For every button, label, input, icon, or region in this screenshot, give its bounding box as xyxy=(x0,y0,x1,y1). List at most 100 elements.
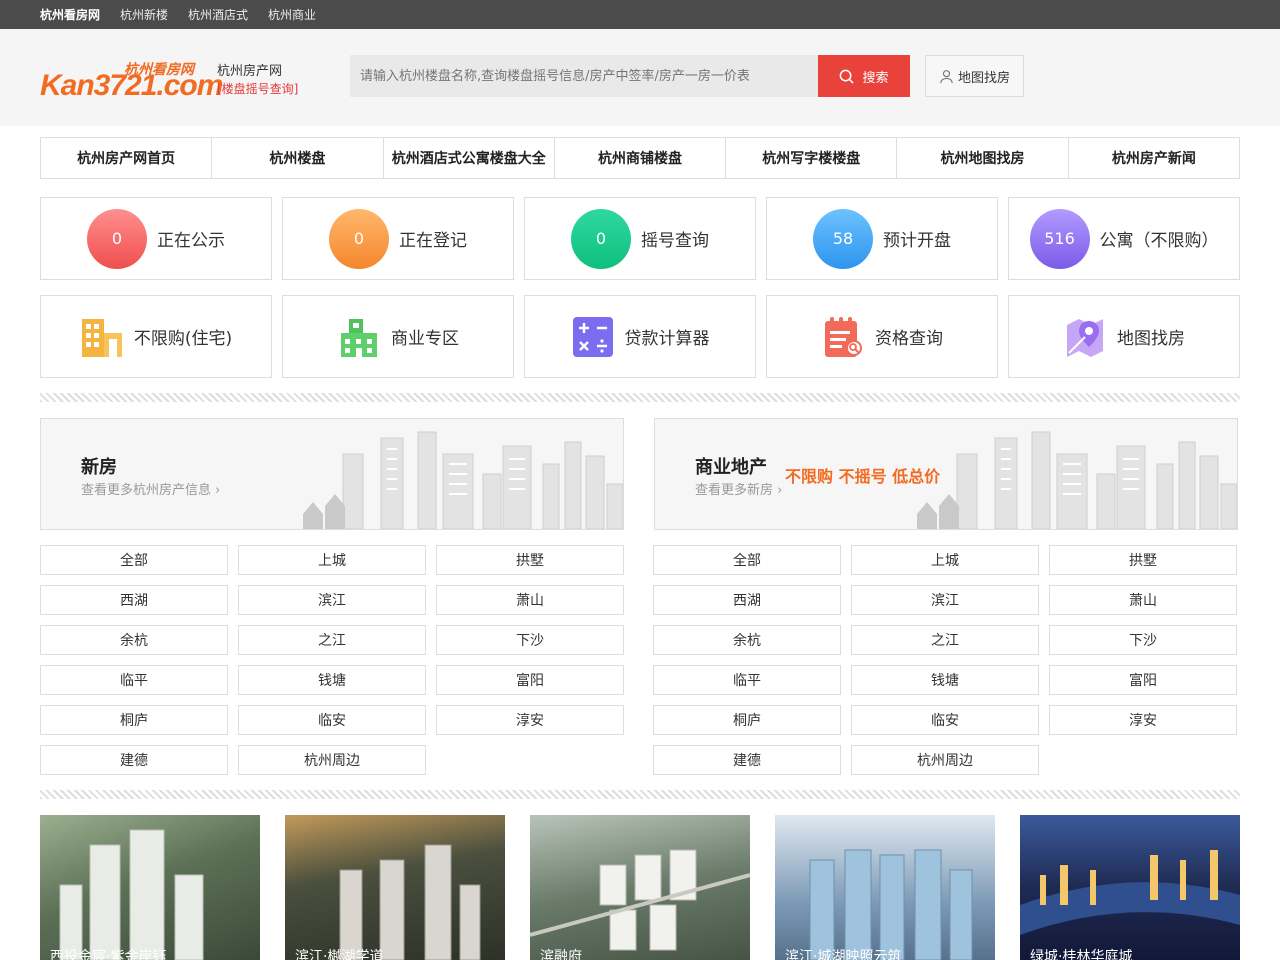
district-link[interactable]: 全部 xyxy=(40,545,228,575)
district-link[interactable]: 建德 xyxy=(653,745,841,775)
project-card[interactable]: 滨江·樾湖学道 xyxy=(285,815,505,960)
district-link[interactable]: 淳安 xyxy=(436,705,624,735)
district-link[interactable]: 临安 xyxy=(851,705,1039,735)
district-link[interactable]: 萧山 xyxy=(436,585,624,615)
site-subtitle-link[interactable]: [楼盘摇号查询] xyxy=(217,80,298,97)
district-link[interactable]: 滨江 xyxy=(238,585,426,615)
district-link[interactable]: 西湖 xyxy=(40,585,228,615)
project-photo xyxy=(1020,850,1240,935)
search-input[interactable] xyxy=(350,55,818,97)
district-link[interactable]: 之江 xyxy=(238,625,426,655)
nav-item-map[interactable]: 杭州地图找房 xyxy=(896,137,1069,179)
city-skyline-icon xyxy=(917,431,1237,529)
district-link[interactable]: 之江 xyxy=(851,625,1039,655)
project-caption: 滨融府 xyxy=(540,949,582,960)
section-title: 新房 xyxy=(81,457,117,478)
logo-cn: 杭州看房网 xyxy=(124,62,194,78)
section-title: 商业地产 xyxy=(695,457,767,478)
tool-label: 商业专区 xyxy=(391,329,459,349)
top-link-hotel[interactable]: 杭州酒店式 xyxy=(188,6,248,23)
stat-count: 0 xyxy=(571,208,631,269)
district-link[interactable]: 杭州周边 xyxy=(851,745,1039,775)
top-link-home[interactable]: 杭州看房网 xyxy=(40,6,100,23)
top-link-new[interactable]: 杭州新楼 xyxy=(120,6,168,23)
project-photo xyxy=(59,829,204,960)
district-link[interactable]: 临平 xyxy=(40,665,228,695)
district-link[interactable]: 滨江 xyxy=(851,585,1039,615)
district-link[interactable]: 富阳 xyxy=(1049,665,1237,695)
map-button-label: 地图找房 xyxy=(957,70,1010,86)
district-link[interactable]: 下沙 xyxy=(436,625,624,655)
site-name: 杭州房产网 xyxy=(217,64,283,79)
nav-item-news[interactable]: 杭州房产新闻 xyxy=(1067,137,1240,179)
project-card[interactable]: 滨融府 xyxy=(530,815,750,960)
tool-label: 不限购(住宅) xyxy=(133,329,233,349)
district-link[interactable]: 西湖 xyxy=(653,585,841,615)
stat-label: 公寓（不限购） xyxy=(1099,231,1219,251)
district-link[interactable]: 萧山 xyxy=(1049,585,1237,615)
district-link[interactable]: 建德 xyxy=(40,745,228,775)
featured-projects: 西投金宸·紫金岸钰 滨江·樾湖学道 滨融府 滨江·城湖映照云筑 绿城·桂林华庭城 xyxy=(40,815,1240,960)
district-link[interactable]: 余杭 xyxy=(653,625,841,655)
search-icon xyxy=(840,69,855,84)
district-link[interactable]: 桐庐 xyxy=(653,705,841,735)
tool-tile-map[interactable]: 地图找房 xyxy=(1008,295,1240,378)
project-photo xyxy=(339,844,481,960)
stat-count: 0 xyxy=(329,208,389,269)
district-link[interactable]: 钱塘 xyxy=(238,665,426,695)
stat-label: 正在登记 xyxy=(399,231,467,251)
stat-label: 正在公示 xyxy=(157,231,225,251)
district-grid-new: 全部 上城 拱墅 西湖 滨江 萧山 余杭 之江 下沙 临平 钱塘 富阳 桐庐 临… xyxy=(40,545,624,775)
project-card[interactable]: 西投金宸·紫金岸钰 xyxy=(40,815,260,960)
district-link[interactable]: 淳安 xyxy=(1049,705,1237,735)
stat-tile-upcoming[interactable]: 58 预计开盘 xyxy=(766,197,998,280)
district-link[interactable]: 临平 xyxy=(653,665,841,695)
district-link[interactable]: 桐庐 xyxy=(40,705,228,735)
user-icon xyxy=(940,69,953,83)
tool-label: 地图找房 xyxy=(1117,329,1185,349)
district-link[interactable]: 富阳 xyxy=(436,665,624,695)
tool-tile-calculator[interactable]: 贷款计算器 xyxy=(524,295,756,378)
stat-tile-lottery[interactable]: 0 摇号查询 xyxy=(524,197,756,280)
city-skyline-icon xyxy=(303,431,623,529)
project-card[interactable]: 滨江·城湖映照云筑 xyxy=(775,815,995,960)
district-link[interactable]: 杭州周边 xyxy=(238,745,426,775)
district-link[interactable]: 拱墅 xyxy=(1049,545,1237,575)
section-more-link[interactable]: 查看更多杭州房产信息 › xyxy=(81,479,220,498)
calculator-icon xyxy=(572,316,613,357)
stat-tile-registering[interactable]: 0 正在登记 xyxy=(282,197,514,280)
nav-item-home[interactable]: 杭州房产网首页 xyxy=(40,137,213,179)
nav-item-shops[interactable]: 杭州商铺楼盘 xyxy=(553,137,727,179)
tool-tile-commercial[interactable]: 商业专区 xyxy=(282,295,514,378)
district-link[interactable]: 余杭 xyxy=(40,625,228,655)
district-link[interactable]: 钱塘 xyxy=(851,665,1039,695)
district-link[interactable]: 上城 xyxy=(238,545,426,575)
nav-item-buildings[interactable]: 杭州楼盘 xyxy=(211,137,384,179)
project-caption: 西投金宸·紫金岸钰 xyxy=(50,949,167,960)
section-new-homes[interactable]: 新房 查看更多杭州房产信息 › xyxy=(40,418,624,530)
project-caption: 绿城·桂林华庭城 xyxy=(1030,949,1133,960)
stat-tile-apartment[interactable]: 516 公寓（不限购） xyxy=(1008,197,1240,280)
search-button[interactable]: 搜索 xyxy=(818,55,910,97)
stat-tile-publicity[interactable]: 0 正在公示 xyxy=(40,197,272,280)
map-search-button[interactable]: 地图找房 xyxy=(925,55,1024,97)
nav-item-apartments[interactable]: 杭州酒店式公寓楼盘大全 xyxy=(382,137,555,179)
map-pin-icon xyxy=(1067,318,1103,357)
search-button-label: 搜索 xyxy=(862,70,889,86)
nav-item-offices[interactable]: 杭州写字楼楼盘 xyxy=(725,137,898,179)
site-logo[interactable]: Kan3721.com 杭州看房网 xyxy=(40,55,223,105)
district-link[interactable]: 全部 xyxy=(653,545,841,575)
district-link[interactable]: 拱墅 xyxy=(436,545,624,575)
district-link[interactable]: 下沙 xyxy=(1049,625,1237,655)
tool-tile-unlimited[interactable]: 不限购(住宅) xyxy=(40,295,272,378)
top-link-commercial[interactable]: 杭州商业 xyxy=(268,6,316,23)
office-icon xyxy=(341,318,377,357)
tool-tile-qualification[interactable]: 资格查询 xyxy=(766,295,998,378)
district-link[interactable]: 上城 xyxy=(851,545,1039,575)
section-more-link[interactable]: 查看更多新房 › xyxy=(695,479,782,498)
stat-count: 58 xyxy=(813,208,873,269)
project-card[interactable]: 绿城·桂林华庭城 xyxy=(1020,815,1240,960)
section-commercial[interactable]: 商业地产 查看更多新房 › 不限购 不摇号 低总价 xyxy=(654,418,1238,530)
district-link[interactable]: 临安 xyxy=(238,705,426,735)
top-bar: 杭州看房网 杭州新楼 杭州酒店式 杭州商业 xyxy=(0,0,1280,29)
